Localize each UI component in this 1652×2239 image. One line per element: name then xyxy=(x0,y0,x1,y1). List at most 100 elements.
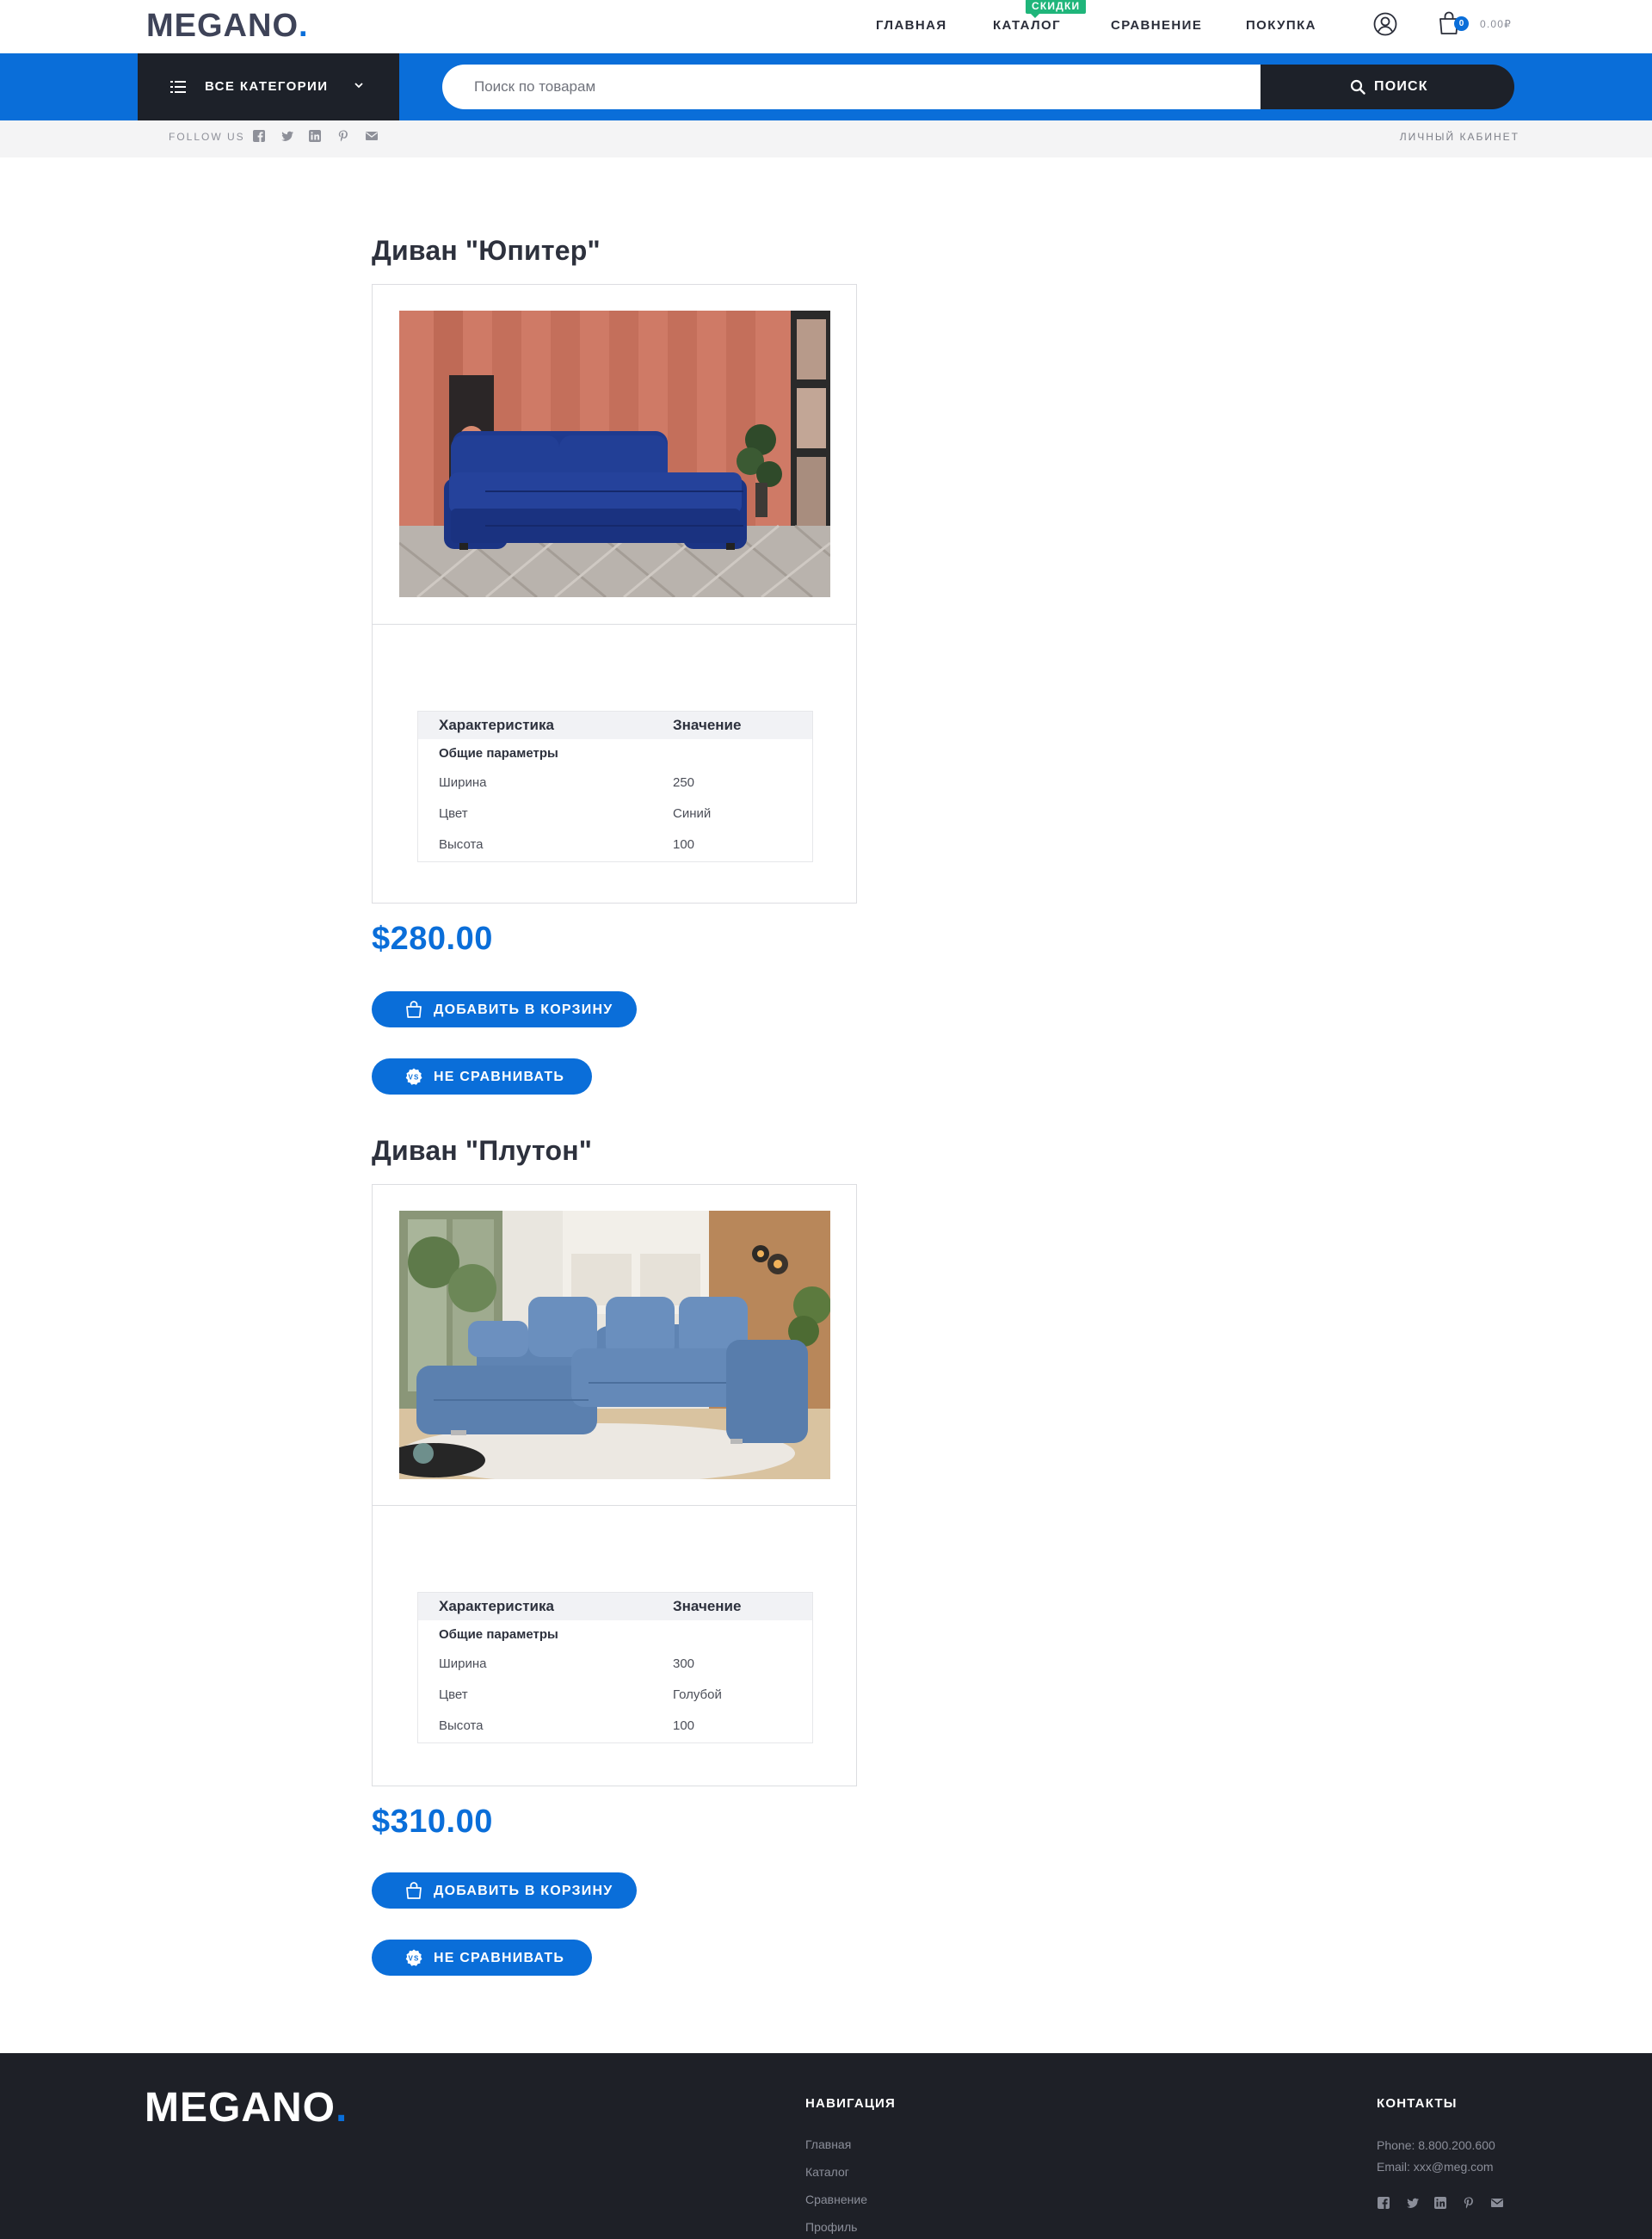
spec-row: Высота 100 xyxy=(418,830,812,861)
footer-nav-title: НАВИГАЦИЯ xyxy=(805,2096,896,2111)
search-form: ПОИСК xyxy=(442,65,1514,109)
user-icon[interactable] xyxy=(1373,12,1397,36)
search-bar-strip: ВСЕ КАТЕГОРИИ ПОИСК xyxy=(0,53,1652,120)
compare-button[interactable]: vs НЕ СРАВНИВАТЬ xyxy=(372,1940,592,1976)
specs-header-key: Характеристика xyxy=(439,1598,554,1614)
search-input[interactable] xyxy=(442,65,1261,109)
add-to-cart-button[interactable]: ДОБАВИТЬ В КОРЗИНУ xyxy=(372,991,637,1027)
nav-item-home[interactable]: ГЛАВНАЯ xyxy=(876,18,947,33)
chevron-down-icon xyxy=(354,83,363,89)
spec-value: 100 xyxy=(673,1718,695,1733)
footer-email[interactable]: Email: xxx@meg.com xyxy=(1377,2160,1494,2174)
compare-label: НЕ СРАВНИВАТЬ xyxy=(434,1070,565,1084)
cart-total: 0.00₽ xyxy=(1480,18,1512,30)
card-divider xyxy=(373,1505,856,1506)
spec-row: Цвет Синий xyxy=(418,799,812,830)
product-title: Диван "Юпитер" xyxy=(372,235,601,266)
product-card: Характеристика Значение Общие параметры … xyxy=(372,284,857,904)
spec-key: Высота xyxy=(439,1718,484,1733)
compare-button[interactable]: vs НЕ СРАВНИВАТЬ xyxy=(372,1058,592,1095)
social-bar: FOLLOW US ЛИЧНЫЙ КАБИНЕТ xyxy=(0,120,1652,157)
specs-group-row: Общие параметры xyxy=(418,739,812,768)
nav-item-compare[interactable]: СРАВНЕНИЕ xyxy=(1111,18,1202,33)
spec-row: Цвет Голубой xyxy=(418,1681,812,1712)
compare-icon: vs xyxy=(405,1068,422,1085)
search-icon xyxy=(1350,79,1365,95)
pinterest-icon[interactable] xyxy=(336,129,350,143)
specs-group-label: Общие параметры xyxy=(439,746,558,761)
product-block: Диван "Юпитер" Характеристика Значение О… xyxy=(372,234,857,1095)
svg-text:vs: vs xyxy=(408,1955,419,1963)
account-link[interactable]: ЛИЧНЫЙ КАБИНЕТ xyxy=(1400,131,1519,143)
logo-text: MEGANO xyxy=(146,8,299,44)
specs-header-key: Характеристика xyxy=(439,717,554,733)
twitter-icon[interactable] xyxy=(1406,2196,1420,2210)
footer-link-home[interactable]: Главная xyxy=(805,2137,851,2151)
footer-logo-dot: . xyxy=(336,2085,348,2131)
specs-header-value: Значение xyxy=(673,1598,742,1614)
shopping-bag-icon xyxy=(406,1001,422,1018)
follow-us-label: FOLLOW US xyxy=(169,131,245,143)
spec-key: Ширина xyxy=(439,1656,487,1671)
spec-row: Ширина 300 xyxy=(418,1650,812,1681)
spec-value: 250 xyxy=(673,775,695,790)
facebook-icon[interactable] xyxy=(252,129,266,143)
linkedin-icon[interactable] xyxy=(1433,2196,1447,2210)
product-price: $280.00 xyxy=(372,921,493,957)
shopping-bag-icon xyxy=(406,1882,422,1899)
mail-icon[interactable] xyxy=(365,129,379,143)
nav-item-purchase[interactable]: ПОКУПКА xyxy=(1246,18,1316,33)
specs-header-row: Характеристика Значение xyxy=(418,1593,812,1620)
product-block: Диван "Плутон" Характеристика Значение О… xyxy=(372,1134,857,1995)
nav-item-catalog[interactable]: КАТАЛОГ xyxy=(993,18,1061,33)
specs-header-value: Значение xyxy=(673,717,742,733)
spec-key: Цвет xyxy=(439,1687,468,1702)
footer-contacts-title: КОНТАКТЫ xyxy=(1377,2096,1458,2111)
svg-text:vs: vs xyxy=(408,1074,419,1082)
spec-key: Ширина xyxy=(439,775,487,790)
specs-group-label: Общие параметры xyxy=(439,1627,558,1642)
top-header: MEGANO. ГЛАВНАЯ КАТАЛОГ СКИДКИ СРАВНЕНИЕ… xyxy=(0,0,1652,53)
all-categories-button[interactable]: ВСЕ КАТЕГОРИИ xyxy=(138,53,399,120)
twitter-icon[interactable] xyxy=(280,129,294,143)
product-card: Характеристика Значение Общие параметры … xyxy=(372,1184,857,1786)
spec-row: Высота 100 xyxy=(418,1712,812,1742)
compare-label: НЕ СРАВНИВАТЬ xyxy=(434,1951,565,1965)
all-categories-label: ВСЕ КАТЕГОРИИ xyxy=(205,79,329,94)
specs-table: Характеристика Значение Общие параметры … xyxy=(417,711,813,862)
specs-header-row: Характеристика Значение xyxy=(418,712,812,739)
card-divider xyxy=(373,624,856,625)
add-to-cart-label: ДОБАВИТЬ В КОРЗИНУ xyxy=(434,1002,613,1017)
pinterest-icon[interactable] xyxy=(1462,2196,1476,2210)
footer-link-compare[interactable]: Сравнение xyxy=(805,2193,867,2206)
specs-group-row: Общие параметры xyxy=(418,1620,812,1650)
spec-key: Высота xyxy=(439,837,484,852)
spec-key: Цвет xyxy=(439,806,468,821)
search-button[interactable]: ПОИСК xyxy=(1261,65,1514,109)
specs-table: Характеристика Значение Общие параметры … xyxy=(417,1592,813,1743)
sale-badge: СКИДКИ xyxy=(1026,0,1087,18)
facebook-icon[interactable] xyxy=(1377,2196,1390,2210)
footer-link-profile[interactable]: Профиль xyxy=(805,2220,857,2234)
product-image xyxy=(399,311,830,597)
site-footer: MEGANO. НАВИГАЦИЯ Главная Каталог Сравне… xyxy=(0,2053,1652,2239)
product-title: Диван "Плутон" xyxy=(372,1135,593,1166)
list-icon xyxy=(170,81,186,93)
footer-logo-text: MEGANO xyxy=(145,2085,336,2131)
footer-link-catalog[interactable]: Каталог xyxy=(805,2165,849,2179)
product-image xyxy=(399,1211,830,1479)
add-to-cart-label: ДОБАВИТЬ В КОРЗИНУ xyxy=(434,1884,613,1898)
logo-dot: . xyxy=(299,8,309,44)
add-to-cart-button[interactable]: ДОБАВИТЬ В КОРЗИНУ xyxy=(372,1872,637,1909)
spec-value: 100 xyxy=(673,837,695,852)
search-button-label: ПОИСК xyxy=(1374,79,1428,94)
footer-phone: Phone: 8.800.200.600 xyxy=(1377,2138,1495,2152)
linkedin-icon[interactable] xyxy=(308,129,322,143)
footer-logo[interactable]: MEGANO. xyxy=(145,2086,348,2131)
site-logo[interactable]: MEGANO. xyxy=(146,9,309,43)
compare-icon: vs xyxy=(405,1949,422,1966)
spec-value: Синий xyxy=(673,806,712,821)
mail-icon[interactable] xyxy=(1490,2196,1504,2210)
spec-value: 300 xyxy=(673,1656,695,1671)
spec-row: Ширина 250 xyxy=(418,768,812,799)
